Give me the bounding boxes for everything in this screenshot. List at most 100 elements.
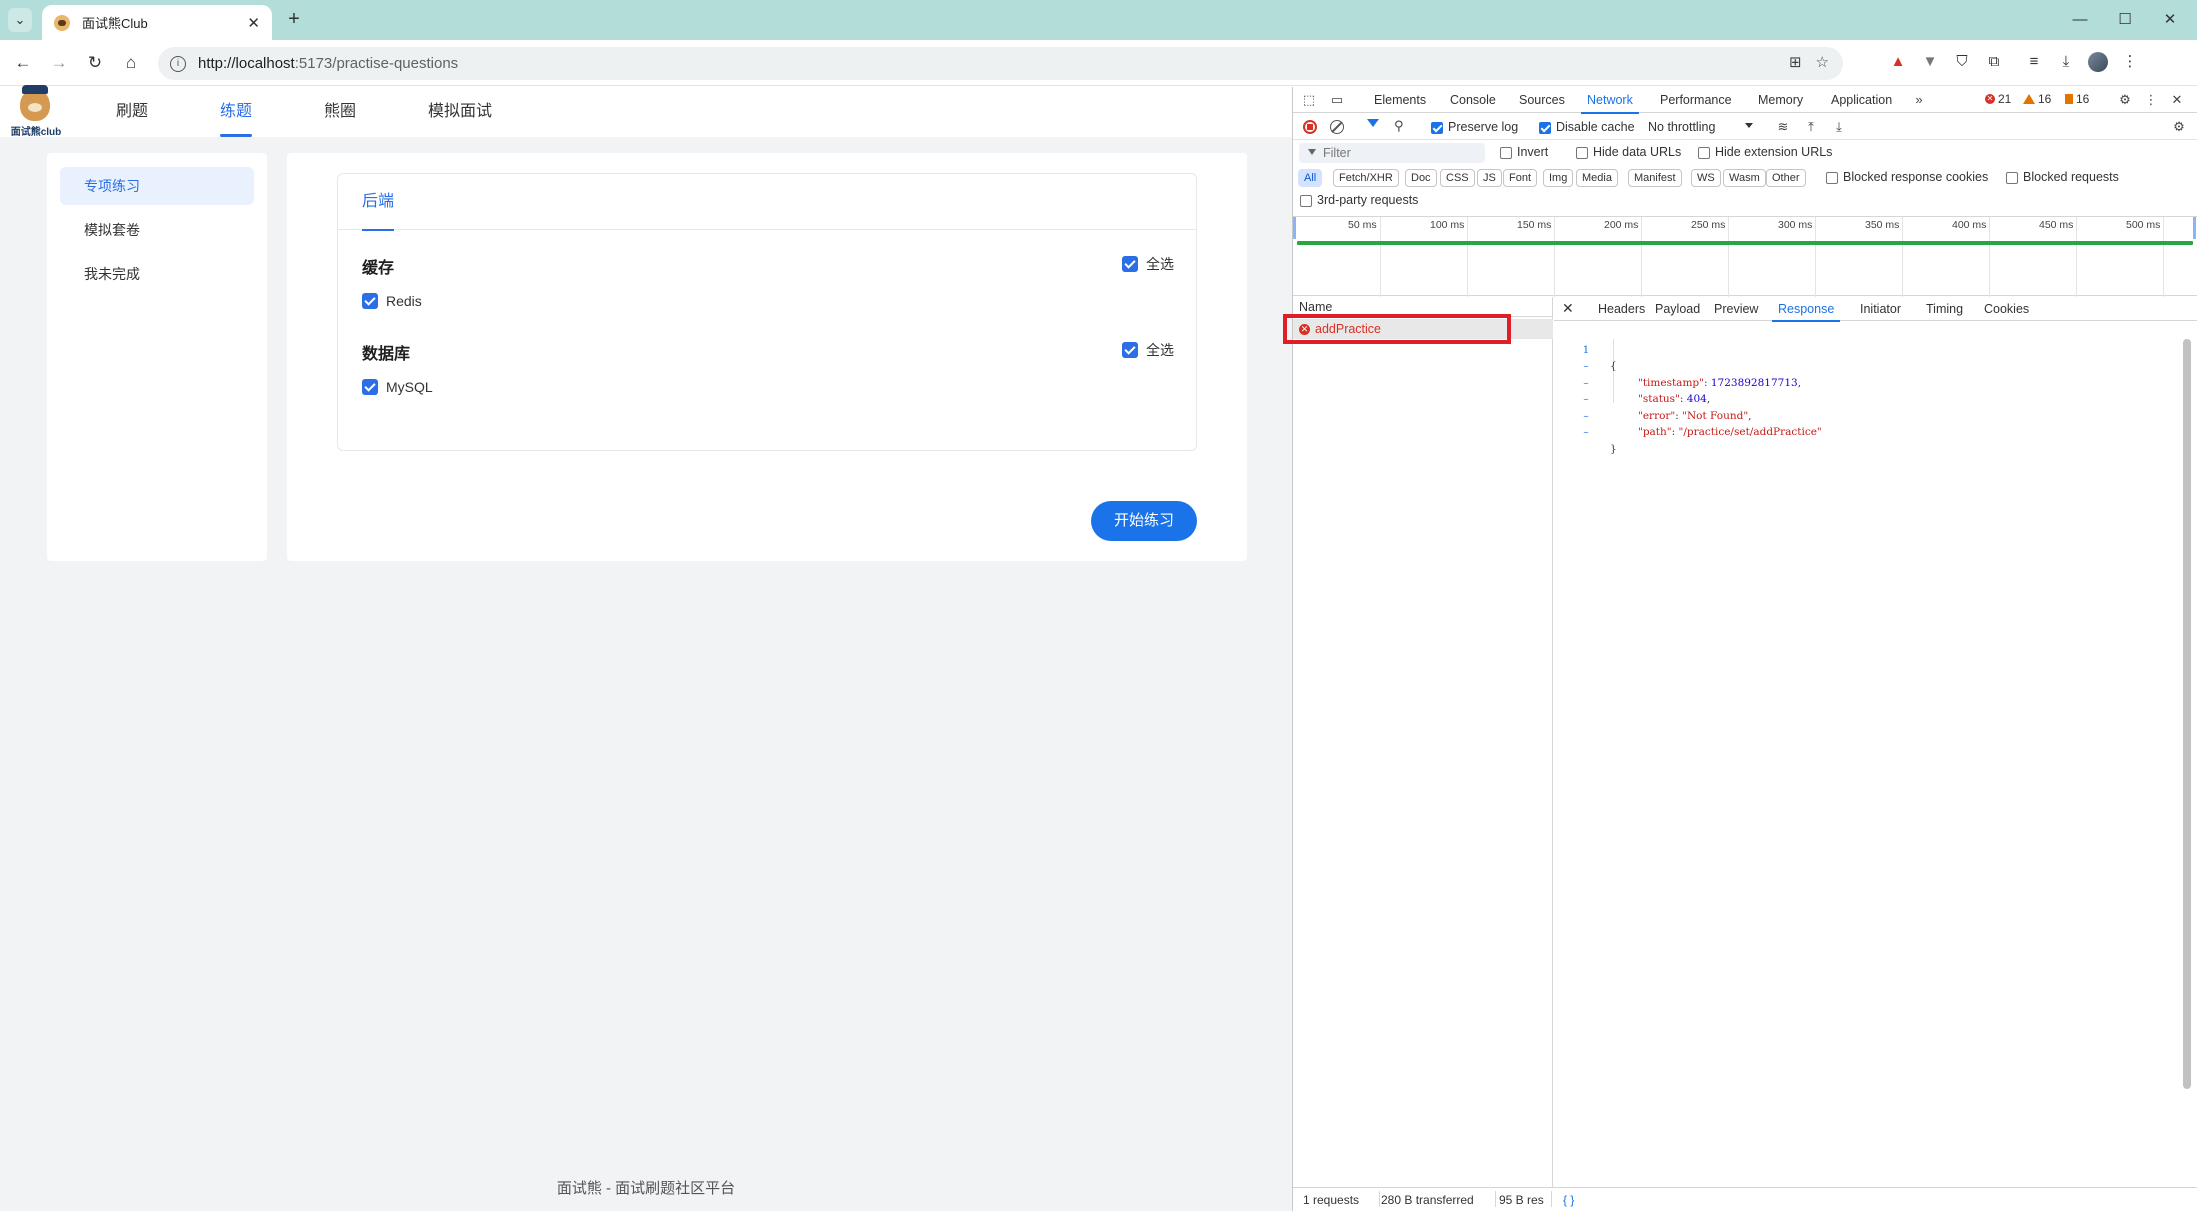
checkbox-unchecked-icon[interactable] xyxy=(1576,146,1588,159)
timeline-end-handle[interactable] xyxy=(2193,217,2196,239)
type-filter-ws[interactable]: WS xyxy=(1691,169,1721,187)
type-filter-fetch-xhr[interactable]: Fetch/XHR xyxy=(1333,169,1399,187)
start-practice-button[interactable]: 开始练习 xyxy=(1091,501,1197,541)
tab-elements[interactable]: Elements xyxy=(1374,87,1426,113)
extension-v-icon[interactable]: ▼ xyxy=(1920,52,1940,72)
scroll-thumb[interactable] xyxy=(2183,339,2191,1089)
select-all-checkbox[interactable]: 全选 xyxy=(1122,340,1174,360)
checkbox-checked-icon[interactable] xyxy=(362,293,378,309)
close-tab-icon[interactable]: ✕ xyxy=(247,14,260,32)
type-filter-media[interactable]: Media xyxy=(1576,169,1618,187)
tab-memory[interactable]: Memory xyxy=(1758,87,1803,113)
tab-sources[interactable]: Sources xyxy=(1519,87,1565,113)
export-har-icon[interactable]: ⤓ xyxy=(1831,119,1847,135)
download-icon[interactable]: ⤓ xyxy=(2056,52,2076,72)
profile-avatar[interactable] xyxy=(2088,52,2108,72)
extensions-puzzle-icon[interactable]: ⧉ xyxy=(1984,52,2004,72)
checkbox-checked-icon[interactable] xyxy=(362,379,378,395)
tab-console[interactable]: Console xyxy=(1450,87,1496,113)
preserve-log-checkbox[interactable]: Preserve log xyxy=(1431,120,1518,134)
network-timeline[interactable]: 50 ms 100 ms 150 ms 200 ms 250 ms 300 ms… xyxy=(1293,216,2197,297)
third-party-checkbox[interactable]: 3rd-party requests xyxy=(1300,193,1418,207)
settings-gear-icon[interactable]: ⚙ xyxy=(2117,92,2133,108)
nav-item-xiongquan[interactable]: 熊圈 xyxy=(324,87,356,137)
type-filter-js[interactable]: JS xyxy=(1477,169,1502,187)
type-filter-manifest[interactable]: Manifest xyxy=(1628,169,1682,187)
tab-application[interactable]: Application xyxy=(1831,87,1892,113)
bookmark-star-icon[interactable]: ☆ xyxy=(1816,53,1829,71)
timeline-start-handle[interactable] xyxy=(1293,217,1296,239)
nav-item-mock-interview[interactable]: 模拟面试 xyxy=(428,87,492,137)
tab-headers[interactable]: Headers xyxy=(1598,297,1645,321)
browser-tab[interactable]: 面试熊Club ✕ xyxy=(42,5,272,40)
filter-input[interactable]: Filter xyxy=(1299,143,1485,163)
inspect-element-icon[interactable]: ⬚ xyxy=(1301,92,1317,108)
media-control-icon[interactable]: ≡ xyxy=(2024,52,2044,72)
invert-checkbox[interactable]: Invert xyxy=(1500,145,1548,159)
checkbox-checked-icon[interactable] xyxy=(1539,121,1551,134)
sidebar-item-unfinished[interactable]: 我未完成 xyxy=(60,255,254,293)
checkbox-checked-icon[interactable] xyxy=(1122,342,1138,358)
blocked-response-cookies-checkbox[interactable]: Blocked response cookies xyxy=(1826,170,1988,184)
network-settings-gear-icon[interactable]: ⚙ xyxy=(2171,119,2187,135)
type-filter-wasm[interactable]: Wasm xyxy=(1723,169,1766,187)
close-window-button[interactable]: ✕ xyxy=(2148,8,2192,32)
nav-item-lianti[interactable]: 练题 xyxy=(220,87,253,137)
disable-cache-checkbox[interactable]: Disable cache xyxy=(1539,120,1635,134)
extension-red-icon[interactable]: ▲ xyxy=(1888,52,1908,72)
checkbox-unchecked-icon[interactable] xyxy=(1300,194,1312,207)
home-icon[interactable]: ⌂ xyxy=(118,50,144,76)
record-stop-icon[interactable] xyxy=(1303,120,1317,134)
close-devtools-icon[interactable]: ✕ xyxy=(2169,92,2185,108)
response-scrollbar[interactable] xyxy=(2181,327,2193,1187)
type-filter-doc[interactable]: Doc xyxy=(1405,169,1437,187)
checkbox-checked-icon[interactable] xyxy=(1122,256,1138,272)
search-icon[interactable]: ⚲ xyxy=(1394,118,1404,134)
tab-search-button[interactable]: ⌄ xyxy=(8,8,32,32)
tab-payload[interactable]: Payload xyxy=(1655,297,1700,321)
tab-performance[interactable]: Performance xyxy=(1660,87,1732,113)
nav-item-shuati[interactable]: 刷题 xyxy=(116,87,148,137)
minimize-button[interactable]: — xyxy=(2058,8,2102,32)
tab-network[interactable]: Network xyxy=(1581,87,1639,114)
blocked-requests-checkbox[interactable]: Blocked requests xyxy=(2006,170,2119,184)
select-all-checkbox[interactable]: 全选 xyxy=(1122,254,1174,274)
dropdown-arrow-icon[interactable] xyxy=(1745,123,1753,128)
type-filter-css[interactable]: CSS xyxy=(1440,169,1475,187)
tab-initiator[interactable]: Initiator xyxy=(1860,297,1901,321)
type-filter-img[interactable]: Img xyxy=(1543,169,1574,187)
close-detail-icon[interactable]: ✕ xyxy=(1562,300,1574,317)
response-body[interactable]: 1 { – "timestamp": 1723892817713, – "sta… xyxy=(1554,325,2184,455)
maximize-button[interactable]: ☐ xyxy=(2103,8,2147,32)
tab-response[interactable]: Response xyxy=(1771,297,1841,322)
forward-arrow-icon[interactable]: → xyxy=(46,50,72,76)
reload-icon[interactable]: ↻ xyxy=(82,50,108,76)
extension-shield-icon[interactable]: ⛉ xyxy=(1952,52,1972,72)
type-filter-other[interactable]: Other xyxy=(1766,169,1806,187)
import-har-icon[interactable]: ⤒ xyxy=(1803,119,1819,135)
tab-timing[interactable]: Timing xyxy=(1926,297,1963,321)
type-filter-all[interactable]: All xyxy=(1298,169,1323,187)
checkbox-unchecked-icon[interactable] xyxy=(1698,146,1710,159)
error-counter[interactable]: ✕ 21 xyxy=(1985,92,2011,106)
clear-icon[interactable] xyxy=(1330,120,1344,134)
tab-preview[interactable]: Preview xyxy=(1714,297,1758,321)
new-tab-button[interactable]: + xyxy=(282,8,306,32)
pretty-print-icon[interactable]: { } xyxy=(1563,1193,1574,1207)
checkbox-unchecked-icon[interactable] xyxy=(1500,146,1512,159)
device-toolbar-icon[interactable]: ▭ xyxy=(1329,92,1345,108)
checkbox-unchecked-icon[interactable] xyxy=(2006,171,2018,184)
network-conditions-icon[interactable]: ≋ xyxy=(1775,119,1791,135)
warning-counter[interactable]: 16 xyxy=(2023,92,2051,106)
hide-extension-urls-checkbox[interactable]: Hide extension URLs xyxy=(1698,145,1832,159)
checkbox-mysql[interactable]: MySQL xyxy=(362,379,433,395)
sidebar-item-special-practice[interactable]: 专项练习 xyxy=(60,167,254,205)
hide-data-urls-checkbox[interactable]: Hide data URLs xyxy=(1576,145,1681,159)
checkbox-redis[interactable]: Redis xyxy=(362,293,422,309)
site-logo[interactable]: 面试熊club xyxy=(6,85,62,138)
type-filter-font[interactable]: Font xyxy=(1503,169,1538,187)
more-tabs-icon[interactable]: » xyxy=(1911,92,1927,108)
site-info-icon[interactable]: i xyxy=(170,55,186,72)
sidebar-item-mock-paper[interactable]: 模拟套卷 xyxy=(60,211,254,249)
checkbox-unchecked-icon[interactable] xyxy=(1826,171,1838,184)
